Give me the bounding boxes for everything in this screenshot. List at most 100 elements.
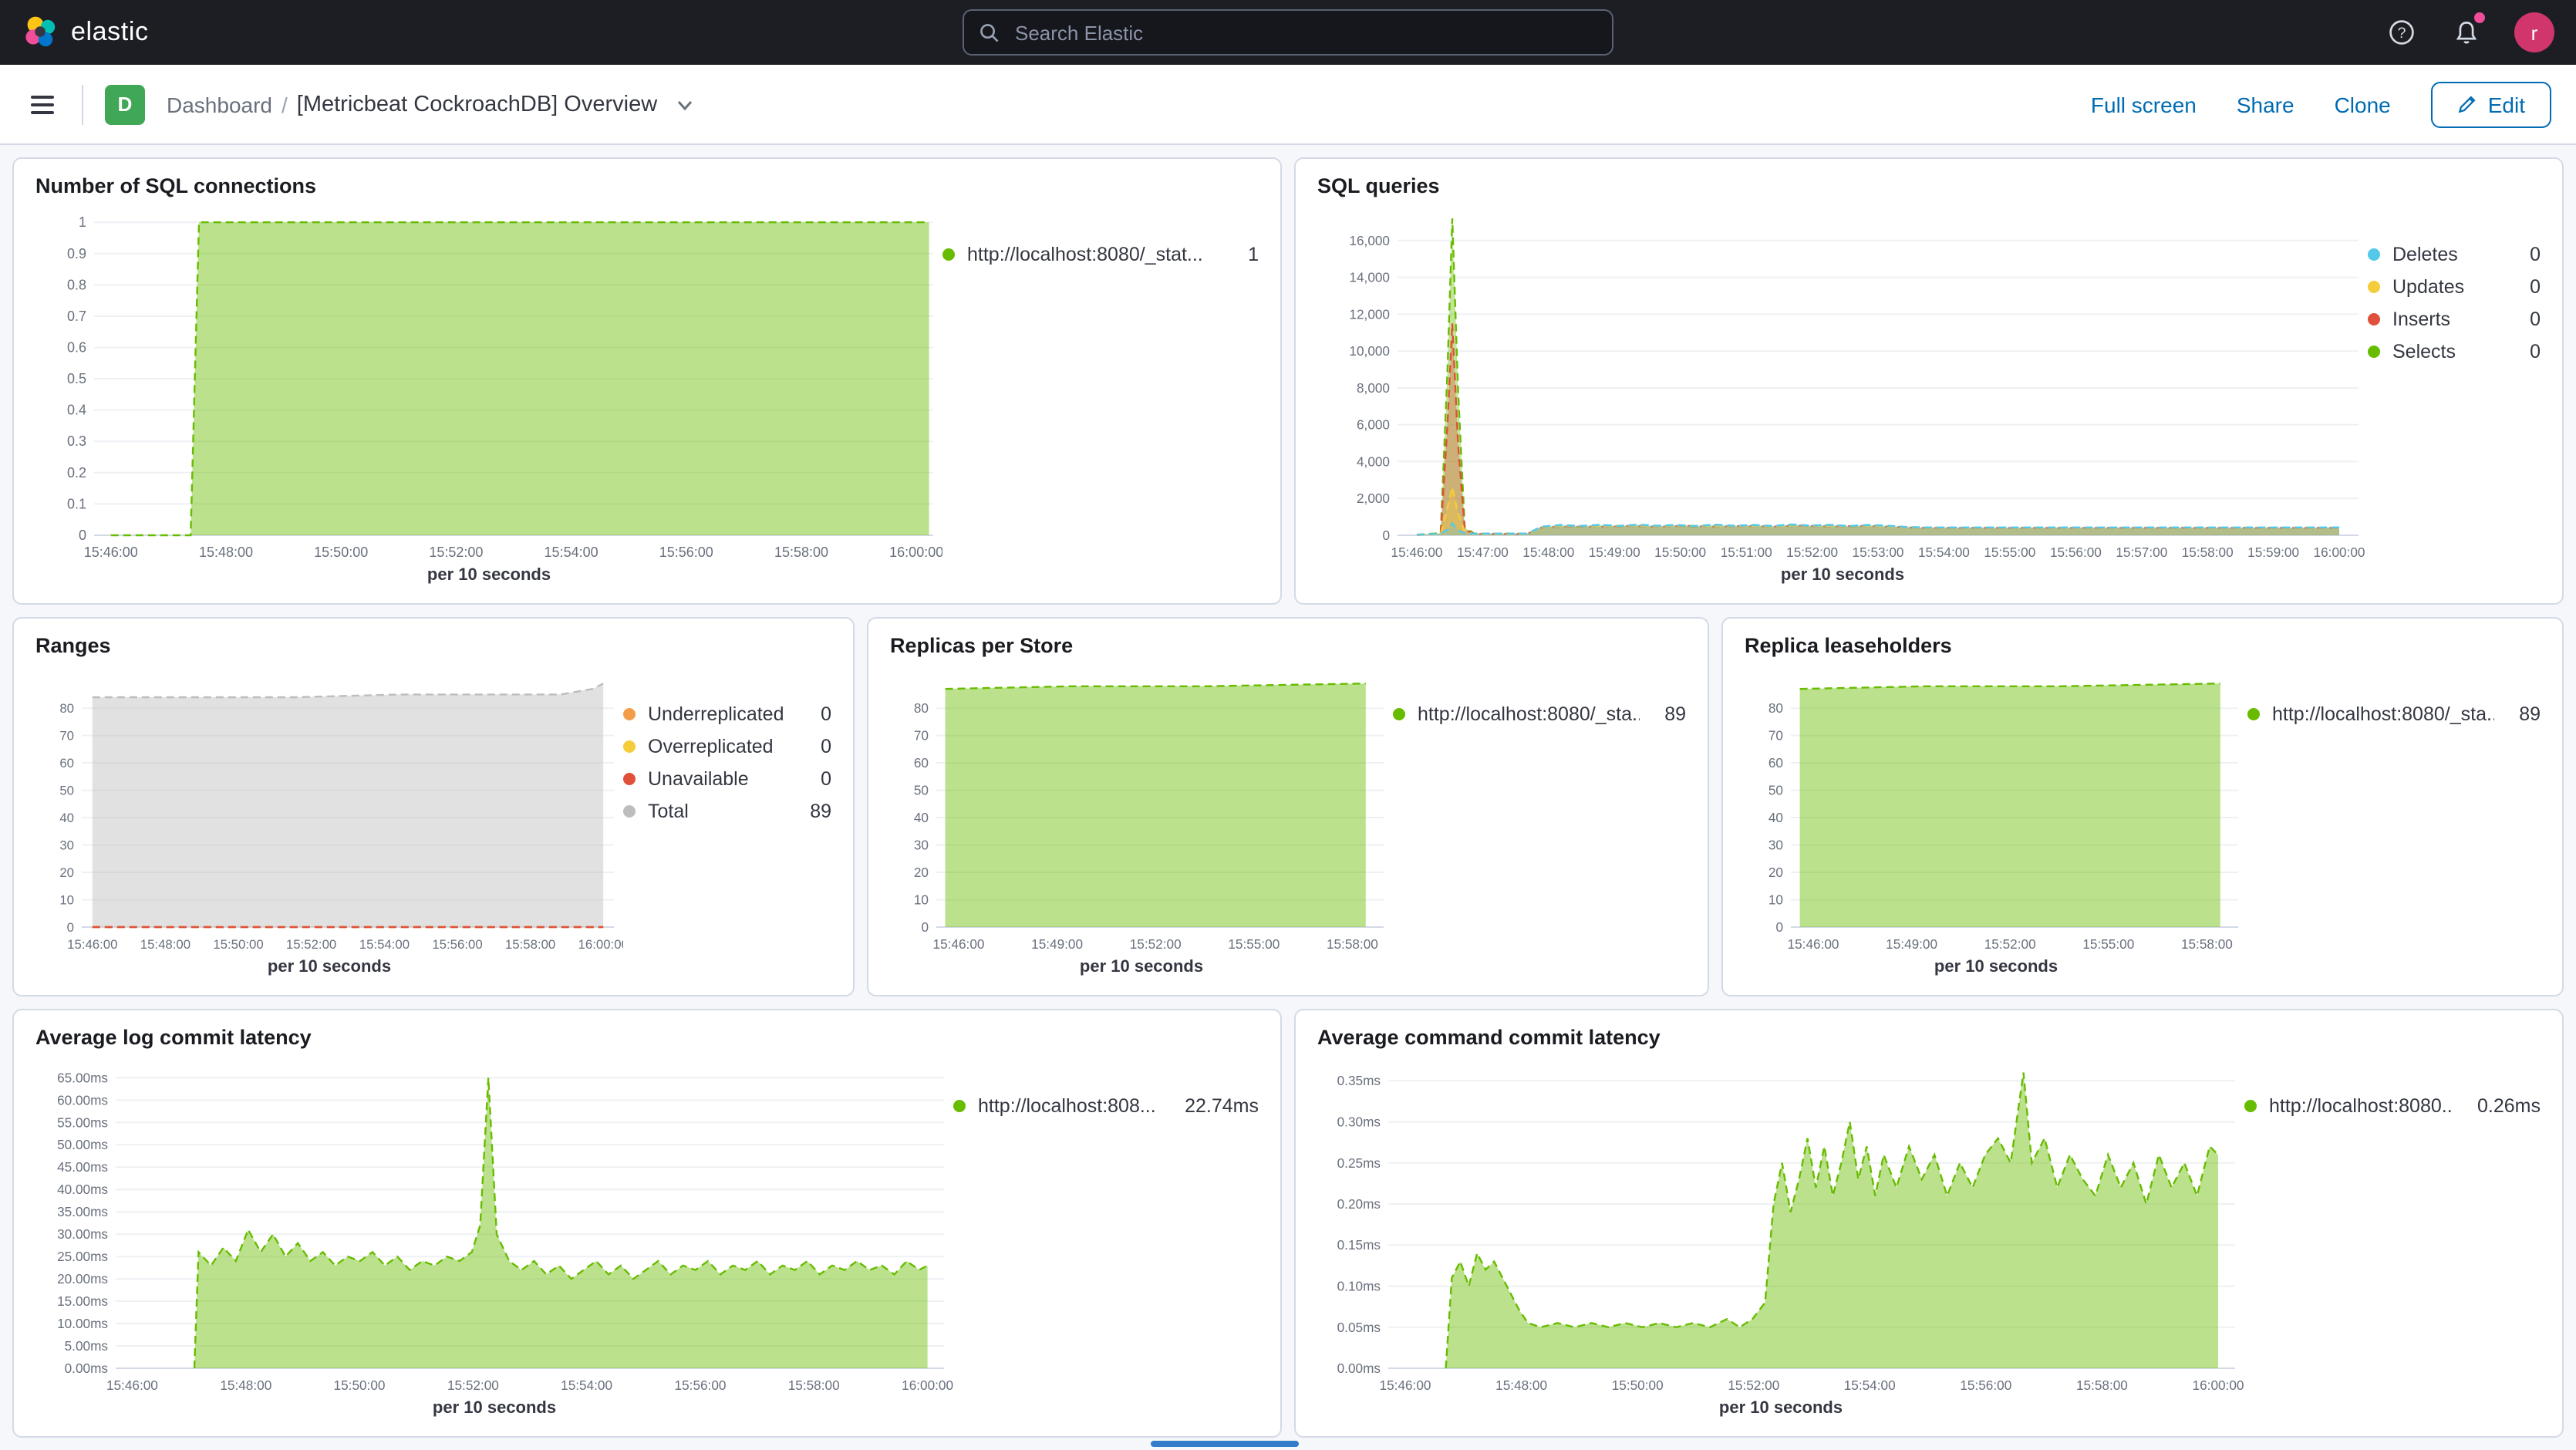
elastic-logo[interactable]: elastic	[22, 14, 149, 51]
pencil-icon	[2457, 94, 2477, 114]
clone-button[interactable]: Clone	[2335, 92, 2391, 116]
global-search[interactable]	[963, 9, 1613, 56]
svg-text:15.00ms: 15.00ms	[57, 1293, 108, 1309]
panel-title[interactable]: Replicas per Store	[890, 634, 1686, 657]
svg-text:15:52:00: 15:52:00	[1728, 1378, 1779, 1393]
svg-text:16,000: 16,000	[1349, 233, 1390, 248]
panel-title[interactable]: Average command commit latency	[1317, 1026, 2541, 1049]
legend-item[interactable]: Overreplicated 0	[623, 736, 831, 757]
x-axis-label: per 10 seconds	[1317, 1399, 2244, 1427]
x-axis-label: per 10 seconds	[35, 1399, 953, 1427]
svg-text:40: 40	[59, 811, 74, 825]
legend-item[interactable]: http://localhost:8080/_stat... 1	[942, 244, 1259, 265]
space-badge[interactable]: D	[105, 84, 145, 124]
svg-text:15:58:00: 15:58:00	[505, 937, 555, 952]
avatar-initial: r	[2531, 21, 2538, 44]
legend-item[interactable]: Unavailable 0	[623, 768, 831, 790]
svg-text:0.2: 0.2	[67, 465, 86, 481]
svg-text:15:52:00: 15:52:00	[1786, 545, 1838, 560]
svg-text:15:55:00: 15:55:00	[2082, 936, 2134, 952]
svg-text:0.6: 0.6	[67, 340, 86, 356]
svg-text:0.8: 0.8	[67, 277, 86, 292]
svg-text:25.00ms: 25.00ms	[57, 1249, 108, 1264]
legend-item[interactable]: http://localhost:808... 22.74ms	[953, 1095, 1259, 1117]
panel-title[interactable]: SQL queries	[1317, 174, 2541, 197]
svg-text:10: 10	[59, 893, 74, 908]
x-axis-label: per 10 seconds	[35, 566, 942, 594]
svg-text:15:58:00: 15:58:00	[1327, 936, 1378, 952]
legend-item[interactable]: Selects 0	[2368, 341, 2541, 362]
svg-text:0: 0	[1382, 528, 1390, 543]
svg-text:0: 0	[1775, 919, 1783, 935]
legend-item[interactable]: Total 89	[623, 801, 831, 822]
chart-legend: http://localhost:8080/_sta... 89	[2247, 660, 2541, 986]
horizontal-scrollbar-thumb[interactable]	[1151, 1441, 1299, 1447]
chart-legend: http://localhost:808... 22.74ms	[953, 1052, 1259, 1427]
notification-badge	[2474, 12, 2485, 23]
legend-value: 1	[1236, 244, 1259, 265]
series-dot	[623, 708, 636, 720]
menu-icon[interactable]	[25, 89, 60, 120]
notifications-icon[interactable]	[2450, 15, 2483, 49]
svg-text:15:48:00: 15:48:00	[1522, 545, 1574, 560]
breadcrumb: Dashboard / [Metricbeat CockroachDB] Ove…	[167, 92, 694, 116]
share-button[interactable]: Share	[2237, 92, 2294, 116]
svg-text:80: 80	[1768, 700, 1783, 716]
legend-item[interactable]: http://localhost:8080/_sta... 89	[1393, 703, 1686, 725]
search-input[interactable]	[1012, 19, 1597, 46]
svg-text:40: 40	[1768, 810, 1783, 825]
series-dot	[623, 805, 636, 818]
svg-text:15:50:00: 15:50:00	[334, 1378, 386, 1393]
replicas-per-store-area-chart[interactable]: 0102030405060708015:46:0015:49:0015:52:0…	[890, 660, 1393, 958]
svg-text:15:52:00: 15:52:00	[1984, 936, 2036, 952]
legend-item[interactable]: Deletes 0	[2368, 244, 2541, 265]
svg-text:10,000: 10,000	[1349, 343, 1390, 359]
replica-leaseholders-area-chart[interactable]: 0102030405060708015:46:0015:49:0015:52:0…	[1745, 660, 2247, 958]
svg-text:15:46:00: 15:46:00	[1380, 1378, 1431, 1393]
panel-title[interactable]: Ranges	[35, 634, 831, 657]
series-dot	[953, 1100, 966, 1112]
svg-text:16:00:00: 16:00:00	[889, 545, 942, 560]
svg-text:2,000: 2,000	[1357, 491, 1390, 506]
svg-text:0: 0	[921, 919, 929, 935]
edit-button[interactable]: Edit	[2431, 81, 2551, 127]
legend-item[interactable]: Inserts 0	[2368, 309, 2541, 330]
svg-text:15:58:00: 15:58:00	[2076, 1378, 2128, 1393]
svg-text:5.00ms: 5.00ms	[65, 1338, 108, 1354]
svg-text:20: 20	[914, 865, 929, 880]
breadcrumb-dashboard-link[interactable]: Dashboard	[167, 92, 272, 116]
legend-item[interactable]: Updates 0	[2368, 276, 2541, 298]
sql-connections-area-chart[interactable]: 00.10.20.30.40.50.60.70.80.9115:46:0015:…	[35, 201, 942, 566]
svg-text:15:55:00: 15:55:00	[1984, 545, 2035, 560]
sql-queries-area-chart[interactable]: 02,0004,0006,0008,00010,00012,00014,0001…	[1317, 201, 2368, 566]
panel-title[interactable]: Average log commit latency	[35, 1026, 1259, 1049]
series-dot	[2368, 248, 2380, 261]
svg-text:15:50:00: 15:50:00	[1612, 1378, 1664, 1393]
legend-item[interactable]: http://localhost:8080/_sta... 89	[2247, 703, 2541, 725]
log-commit-latency-area-chart[interactable]: 0.00ms5.00ms10.00ms15.00ms20.00ms25.00ms…	[35, 1052, 953, 1399]
ranges-area-chart[interactable]: 0102030405060708015:46:0015:48:0015:50:0…	[35, 660, 623, 958]
chevron-down-icon[interactable]	[676, 95, 694, 113]
panel-title[interactable]: Number of SQL connections	[35, 174, 1259, 197]
legend-item[interactable]: Underreplicated 0	[623, 703, 831, 725]
series-dot	[1393, 708, 1405, 720]
legend-item[interactable]: http://localhost:8080... 0.26ms	[2244, 1095, 2541, 1117]
command-commit-latency-area-chart[interactable]: 0.00ms0.05ms0.10ms0.15ms0.20ms0.25ms0.30…	[1317, 1052, 2244, 1399]
svg-text:50: 50	[1768, 783, 1783, 798]
space-initial: D	[118, 93, 133, 116]
series-dot	[942, 248, 955, 261]
svg-text:15:50:00: 15:50:00	[314, 545, 368, 560]
panel-average-command-commit-latency: Average command commit latency 0.00ms0.0…	[1294, 1009, 2564, 1438]
legend-value: 89	[2507, 703, 2541, 725]
svg-text:15:54:00: 15:54:00	[545, 545, 598, 560]
legend-label: http://localhost:808...	[978, 1095, 1156, 1117]
chart-legend: http://localhost:8080... 0.26ms	[2244, 1052, 2541, 1427]
legend-label: Selects	[2392, 341, 2456, 362]
search-icon	[979, 22, 1000, 42]
user-avatar[interactable]: r	[2514, 12, 2554, 52]
full-screen-button[interactable]: Full screen	[2091, 92, 2197, 116]
help-icon[interactable]: ?	[2385, 15, 2419, 49]
panel-title[interactable]: Replica leaseholders	[1745, 634, 2541, 657]
svg-text:15:49:00: 15:49:00	[1589, 545, 1640, 560]
svg-text:40.00ms: 40.00ms	[57, 1182, 108, 1197]
